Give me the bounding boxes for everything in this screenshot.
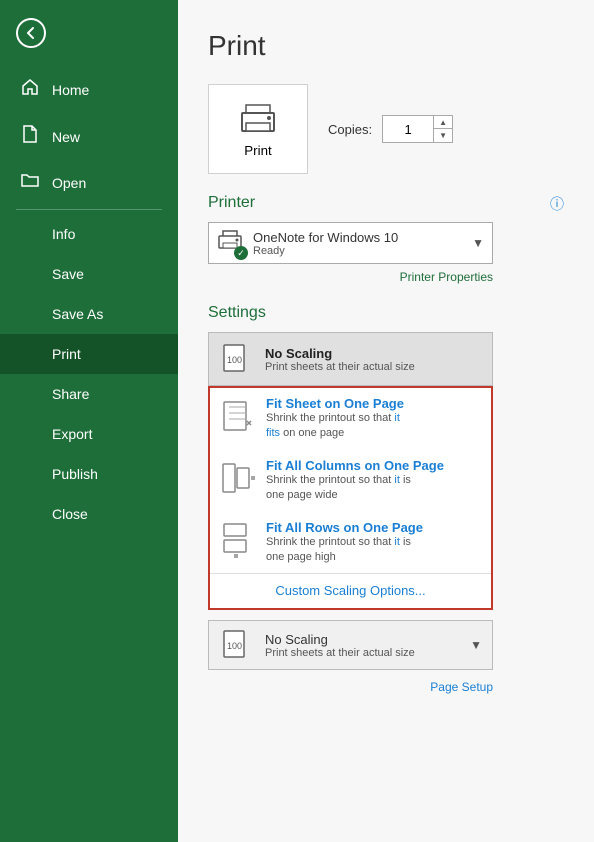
bottom-scaling-arrow: ▼ <box>470 638 482 652</box>
sidebar-item-print[interactable]: Print <box>0 334 178 374</box>
page-setup-link[interactable]: Page Setup <box>430 680 493 694</box>
scaling-dropdown: 100 No Scaling Print sheets at their act… <box>208 332 493 386</box>
sidebar-item-label: Open <box>52 175 86 191</box>
sidebar-item-home[interactable]: Home <box>0 66 178 113</box>
sidebar-item-save[interactable]: Save <box>0 254 178 294</box>
sidebar-item-open[interactable]: Open <box>0 160 178 205</box>
settings-section-header: Settings <box>208 304 564 322</box>
sidebar-item-label: Info <box>20 226 75 242</box>
main-content: Print Print Copies: ▲ ▼ Printer <box>178 0 594 842</box>
spinner-controls: ▲ ▼ <box>433 116 452 142</box>
copies-label: Copies: <box>328 122 372 137</box>
fit-columns-title: Fit All Columns on One Page <box>266 458 444 473</box>
fit-rows-title: Fit All Rows on One Page <box>266 520 423 535</box>
sidebar-item-label: Home <box>52 82 89 98</box>
fit-rows-text: Fit All Rows on One Page Shrink the prin… <box>266 520 423 566</box>
print-button-label: Print <box>244 143 271 158</box>
copies-decrement[interactable]: ▼ <box>434 129 452 142</box>
fit-sheet-icon <box>220 396 256 440</box>
info-icon[interactable]: ⓘ <box>550 194 564 214</box>
printer-dropdown[interactable]: ✓ OneNote for Windows 10 Ready ▼ <box>208 222 493 264</box>
fit-sheet-text: Fit Sheet on One Page Shrink the printou… <box>266 396 404 442</box>
settings-section: Settings 100 No Scaling Print sheets at … <box>208 304 564 696</box>
fit-rows-option[interactable]: Fit All Rows on One Page Shrink the prin… <box>210 512 491 574</box>
fit-rows-desc: Shrink the printout so that it is one pa… <box>266 535 423 566</box>
copies-area: Copies: ▲ ▼ <box>328 115 453 143</box>
printer-ready-check: ✓ <box>234 246 248 260</box>
print-button[interactable]: Print <box>208 84 308 174</box>
printer-icon <box>236 101 280 137</box>
fit-columns-icon <box>220 458 256 502</box>
sidebar-item-publish[interactable]: Publish <box>0 454 178 494</box>
print-action-area: Print Copies: ▲ ▼ <box>208 84 564 174</box>
sidebar: Home New Open Info Save Save As Print <box>0 0 178 842</box>
printer-info: OneNote for Windows 10 Ready <box>253 230 464 257</box>
scaling-selected-text: No Scaling Print sheets at their actual … <box>265 346 415 373</box>
fit-columns-option[interactable]: Fit All Columns on One Page Shrink the p… <box>210 450 491 512</box>
sidebar-item-label: Export <box>20 426 92 442</box>
bottom-scaling-text: No Scaling Print sheets at their actual … <box>265 632 415 659</box>
sidebar-item-label: Share <box>20 386 89 402</box>
sidebar-item-label: Publish <box>20 466 98 482</box>
sidebar-item-save-as[interactable]: Save As <box>0 294 178 334</box>
sidebar-item-label: Close <box>20 506 88 522</box>
bottom-scaling-desc: Print sheets at their actual size <box>265 647 415 659</box>
fit-sheet-option[interactable]: Fit Sheet on One Page Shrink the printou… <box>210 388 491 450</box>
sidebar-item-label: Save <box>20 266 84 282</box>
custom-scaling-area: Custom Scaling Options... <box>210 573 491 608</box>
scaling-selected-item[interactable]: 100 No Scaling Print sheets at their act… <box>209 333 492 385</box>
fit-columns-text: Fit All Columns on One Page Shrink the p… <box>266 458 444 504</box>
printer-properties-area: Printer Properties <box>208 268 493 286</box>
sidebar-item-info[interactable]: Info <box>0 214 178 254</box>
copies-input[interactable] <box>383 116 433 142</box>
open-icon <box>20 172 40 193</box>
svg-text:100: 100 <box>227 355 242 365</box>
bottom-scaling-icon: 100 <box>219 627 255 663</box>
printer-properties-link[interactable]: Printer Properties <box>400 270 493 284</box>
printer-section: Printer ⓘ ✓ OneNote for Windows 10 Ready… <box>208 194 564 286</box>
bottom-scaling-title: No Scaling <box>265 632 415 647</box>
sidebar-item-share[interactable]: Share <box>0 374 178 414</box>
sidebar-item-label: Save As <box>20 306 103 322</box>
printer-icon-area: ✓ <box>217 229 245 257</box>
custom-scaling-link[interactable]: Custom Scaling Options... <box>275 583 425 598</box>
sidebar-item-label: New <box>52 129 80 145</box>
svg-text:100: 100 <box>227 641 242 651</box>
page-setup-area: Page Setup <box>208 678 493 696</box>
sidebar-item-export[interactable]: Export <box>0 414 178 454</box>
fit-columns-desc: Shrink the printout so that it is one pa… <box>266 473 444 504</box>
copies-spinner: ▲ ▼ <box>382 115 453 143</box>
fit-sheet-desc: Shrink the printout so that it fits on o… <box>266 411 404 442</box>
back-button[interactable] <box>0 0 178 66</box>
home-icon <box>20 78 40 101</box>
printer-section-header: Printer <box>208 194 564 212</box>
back-icon <box>16 18 46 48</box>
printer-name: OneNote for Windows 10 <box>253 230 464 245</box>
scaling-title: No Scaling <box>265 346 415 361</box>
printer-status: Ready <box>253 245 464 257</box>
bottom-scaling-selector[interactable]: 100 No Scaling Print sheets at their act… <box>208 620 493 670</box>
sidebar-item-close[interactable]: Close <box>0 494 178 534</box>
no-scaling-icon: 100 <box>219 341 255 377</box>
new-icon <box>20 125 40 148</box>
scaling-options-panel: Fit Sheet on One Page Shrink the printou… <box>208 386 493 610</box>
sidebar-item-label: Print <box>20 346 81 362</box>
sidebar-item-new[interactable]: New <box>0 113 178 160</box>
sidebar-divider <box>16 209 162 210</box>
scaling-desc: Print sheets at their actual size <box>265 361 415 373</box>
copies-increment[interactable]: ▲ <box>434 116 452 129</box>
fit-rows-icon <box>220 520 256 564</box>
printer-dropdown-arrow: ▼ <box>472 236 484 250</box>
fit-sheet-title: Fit Sheet on One Page <box>266 396 404 411</box>
page-title: Print <box>208 30 564 62</box>
